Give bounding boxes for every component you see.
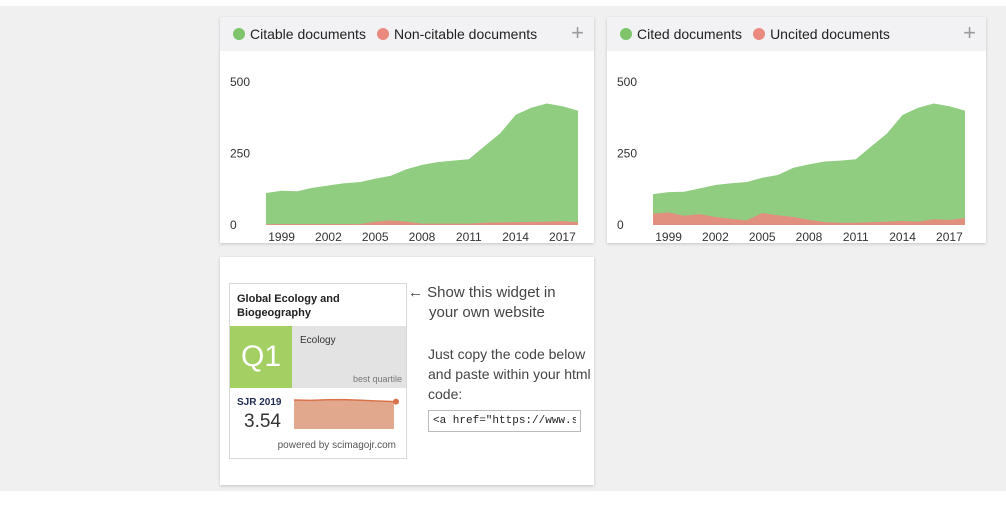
sjr-widget[interactable]: Global Ecology and Biogeography Q1 Ecolo… <box>229 283 407 459</box>
cited-documents-card: Cited documents Uncited documents + 0 250… <box>607 17 986 243</box>
sjr-value: 3.54 <box>244 411 281 432</box>
cited-documents-chart: 0 250 500 1999 2002 2005 2008 2011 2014 2017 <box>617 75 965 243</box>
legend-label: Uncited documents <box>770 26 890 42</box>
uncited-dot-icon <box>753 28 766 40</box>
y-tick-label: 250 <box>230 147 250 161</box>
citable-dot-icon <box>233 28 245 40</box>
x-tick-label: 2014 <box>889 230 916 243</box>
x-tick-label: 2011 <box>456 230 482 243</box>
journal-title: Global Ecology and Biogeography <box>237 293 340 319</box>
y-tick-label: 0 <box>617 218 624 232</box>
cited-dot-icon <box>620 28 632 40</box>
legend-item-cited[interactable]: Cited documents <box>620 26 742 42</box>
powered-by-text: powered by scimagojr.com <box>277 440 396 451</box>
chart-legend: Citable documents Non-citable documents … <box>220 17 594 51</box>
category-panel: Ecology best quartile <box>292 326 406 388</box>
sjr-sparkline <box>293 398 399 429</box>
x-tick-label: 1999 <box>268 230 295 243</box>
quartile-badge: Q1 <box>230 326 292 388</box>
copy-instructions-line3: code: <box>428 386 463 402</box>
sjr-widget-card: Global Ecology and Biogeography Q1 Ecolo… <box>220 257 594 485</box>
x-tick-label: 2008 <box>796 230 823 243</box>
legend-item-uncited[interactable]: Uncited documents <box>753 26 890 42</box>
x-tick-label: 2002 <box>315 230 342 243</box>
legend-label: Non-citable documents <box>393 26 538 42</box>
noncitable-dot-icon <box>376 28 389 40</box>
embed-code-field[interactable] <box>428 410 581 432</box>
citable-documents-card: Citable documents Non-citable documents … <box>220 17 594 243</box>
y-tick-label: 500 <box>617 75 637 89</box>
category-name: Ecology <box>300 335 336 346</box>
plus-icon[interactable]: + <box>571 21 584 45</box>
copy-instructions-line2: and paste within your html <box>428 366 591 382</box>
x-tick-label: 2005 <box>362 230 389 243</box>
y-tick-label: 250 <box>617 147 637 161</box>
x-tick-label: 2005 <box>749 230 776 243</box>
sjr-area <box>294 399 394 429</box>
y-tick-label: 500 <box>230 75 250 89</box>
page-bottom-strip <box>0 491 1006 519</box>
citable-documents-chart: 0 250 500 1999 2002 2005 2008 2011 2014 2017 <box>230 75 578 243</box>
x-tick-label: 2014 <box>502 230 529 243</box>
page-top-strip <box>0 0 1006 6</box>
best-quartile-label: best quartile <box>352 374 402 384</box>
x-tick-label: 1999 <box>655 230 682 243</box>
y-tick-label: 0 <box>230 218 237 232</box>
series-area-0 <box>266 103 578 225</box>
widget-heading-line2: your own website <box>429 304 545 321</box>
legend-label: Citable documents <box>250 26 366 42</box>
legend-item-noncitable[interactable]: Non-citable documents <box>376 26 538 42</box>
series-area-0 <box>653 103 965 225</box>
legend-label: Cited documents <box>637 26 743 42</box>
legend-item-citable[interactable]: Citable documents <box>233 26 366 42</box>
x-tick-label: 2017 <box>936 230 963 243</box>
plus-icon[interactable]: + <box>963 21 976 45</box>
widget-heading-line1: ← Show this widget in <box>408 284 556 301</box>
copy-instructions-line1: Just copy the code below <box>428 346 586 362</box>
x-tick-label: 2008 <box>409 230 436 243</box>
x-tick-label: 2017 <box>549 230 576 243</box>
x-tick-label: 2002 <box>702 230 729 243</box>
sjr-year-label: SJR 2019 <box>237 397 282 408</box>
x-tick-label: 2011 <box>843 230 869 243</box>
chart-legend: Cited documents Uncited documents + <box>607 17 986 51</box>
sjr-last-point <box>393 398 399 405</box>
